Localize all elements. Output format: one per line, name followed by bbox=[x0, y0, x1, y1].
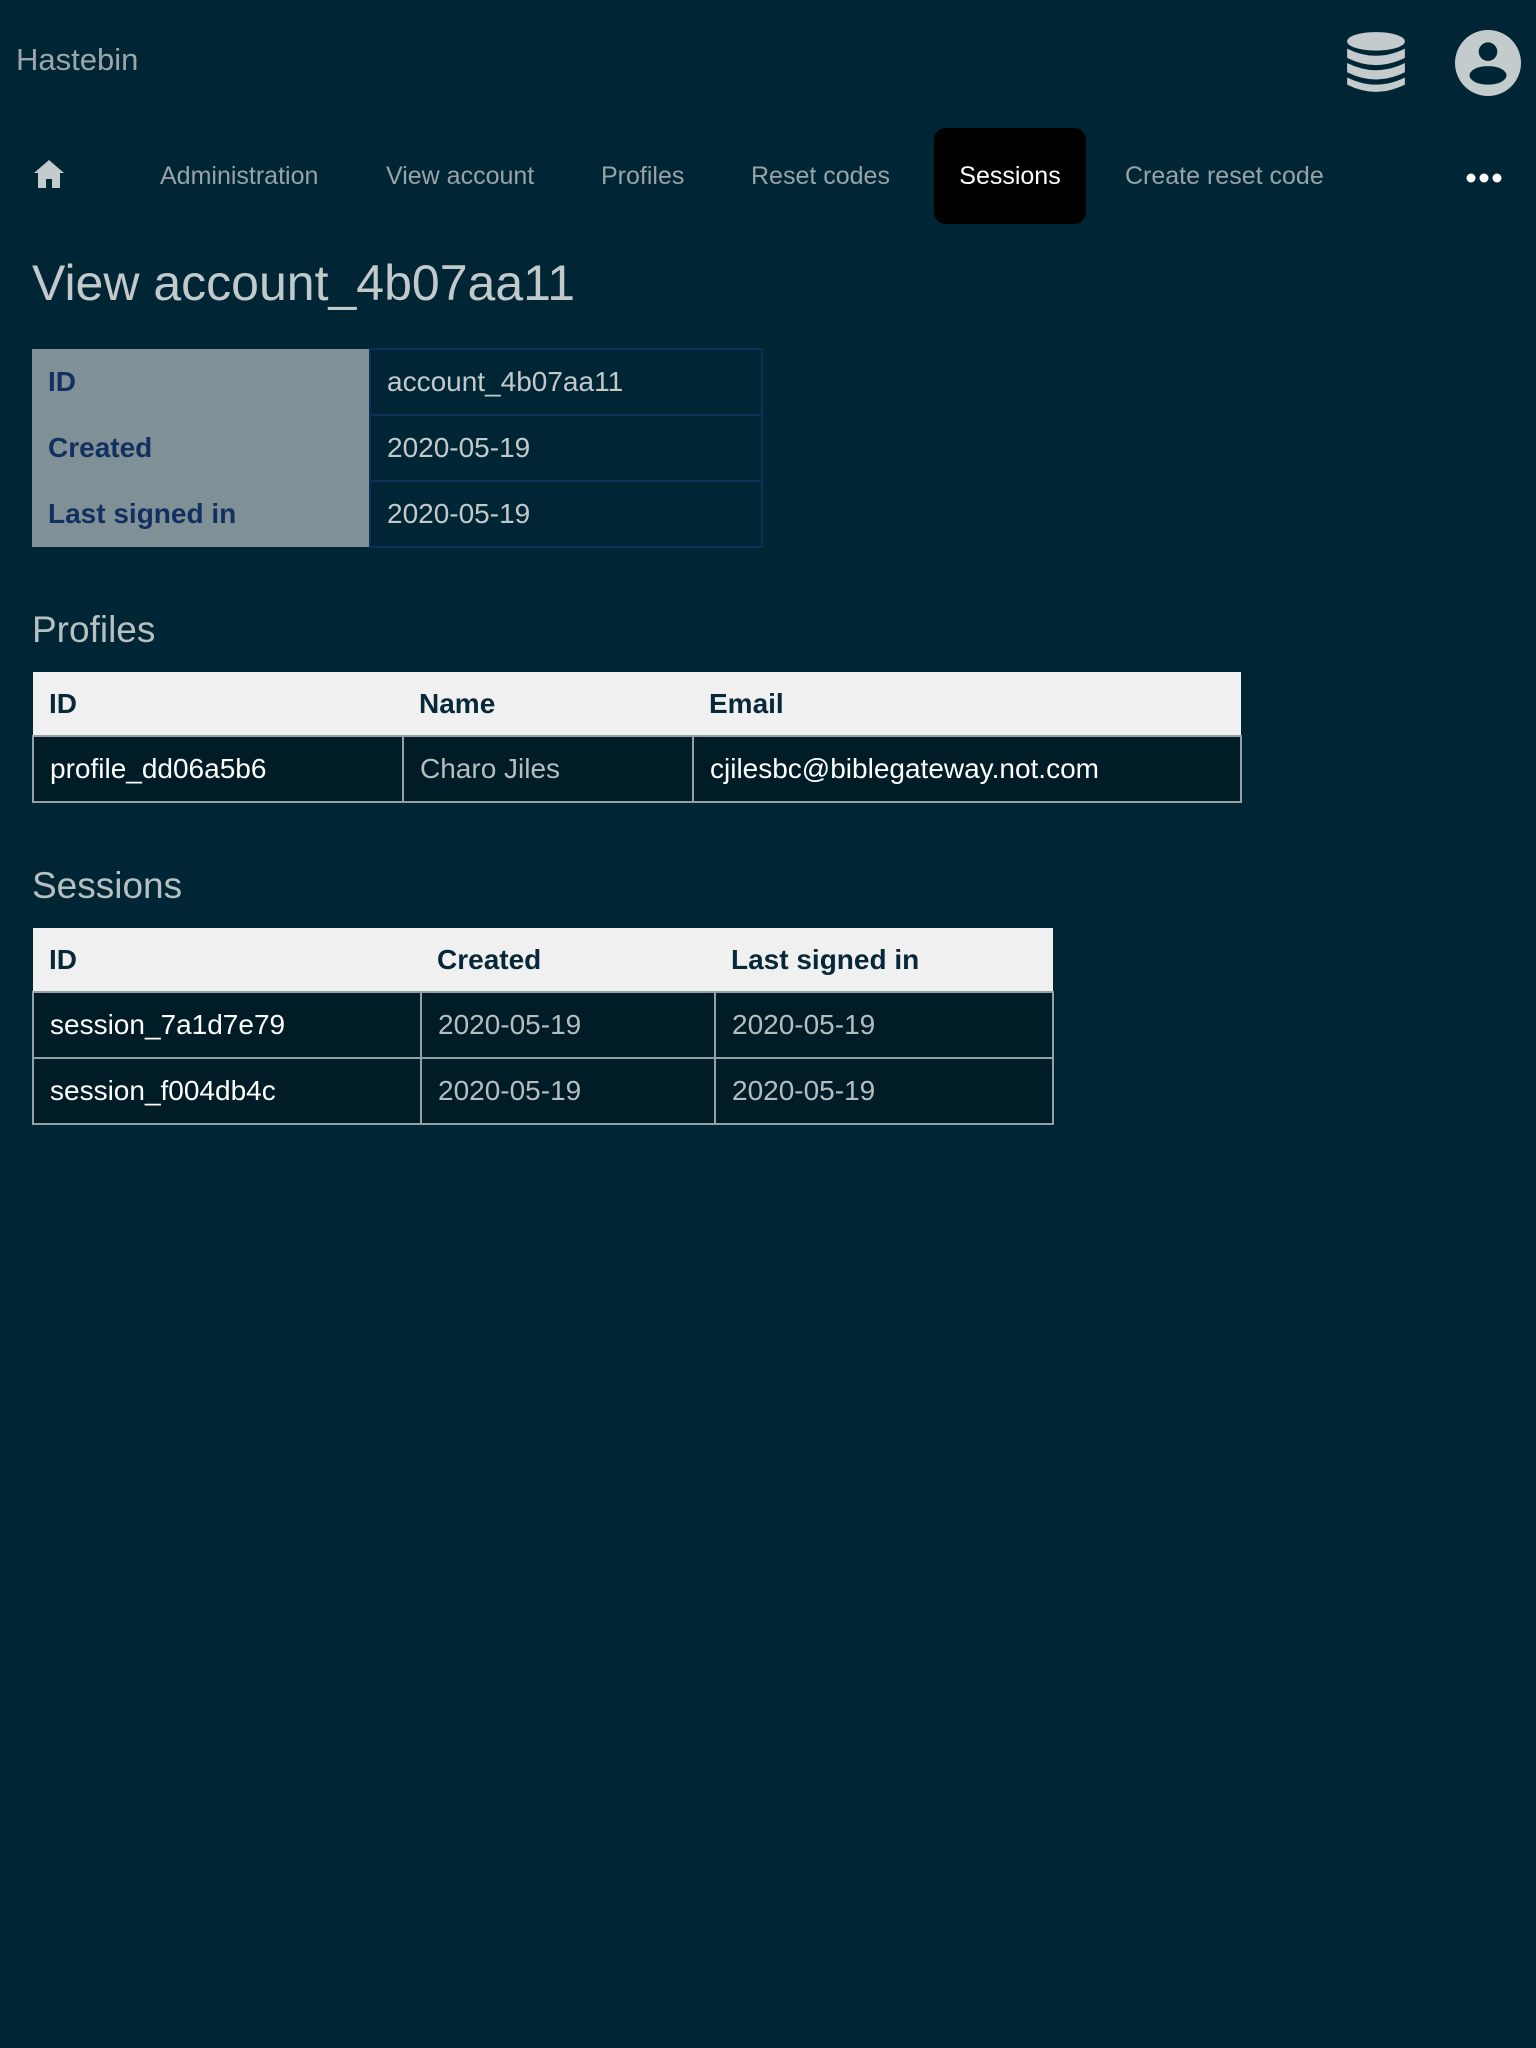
nav-item-create-reset-code[interactable]: Create reset code bbox=[1125, 128, 1324, 224]
profiles-section-title: Profiles bbox=[32, 609, 156, 650]
profile-name-cell: Charo Jiles bbox=[402, 735, 694, 803]
account-row-last-signed-in: Last signed in 2020-05-19 bbox=[32, 480, 763, 548]
column-header-created: Created bbox=[421, 928, 715, 992]
account-value-id: account_4b07aa11 bbox=[369, 348, 763, 416]
session-last-signed-in-cell: 2020-05-19 bbox=[714, 1057, 1054, 1125]
column-header-id: ID bbox=[33, 928, 421, 992]
profile-email-cell: cjilesbc@biblegateway.not.com bbox=[692, 735, 1242, 803]
nav-item-administration[interactable]: Administration bbox=[160, 128, 318, 224]
session-id-cell[interactable]: session_f004db4c bbox=[32, 1057, 422, 1125]
nav-item-profiles[interactable]: Profiles bbox=[601, 128, 684, 224]
account-circle-icon[interactable] bbox=[1455, 30, 1521, 96]
home-icon[interactable] bbox=[31, 156, 67, 192]
main-nav: Administration View account Profiles Res… bbox=[0, 128, 1536, 224]
session-last-signed-in-cell: 2020-05-19 bbox=[714, 991, 1054, 1059]
nav-item-view-account[interactable]: View account bbox=[386, 128, 534, 224]
page-title: View account_4b07aa11 bbox=[32, 255, 576, 311]
table-header-row: ID Created Last signed in bbox=[33, 928, 1053, 992]
session-id-cell[interactable]: session_7a1d7e79 bbox=[32, 991, 422, 1059]
profile-id-cell[interactable]: profile_dd06a5b6 bbox=[32, 735, 404, 803]
column-header-name: Name bbox=[403, 672, 693, 736]
sessions-section-title: Sessions bbox=[32, 865, 183, 906]
table-row[interactable]: profile_dd06a5b6 Charo Jiles cjilesbc@bi… bbox=[32, 735, 1242, 803]
account-label-id: ID bbox=[32, 349, 370, 415]
nav-item-reset-codes[interactable]: Reset codes bbox=[751, 128, 890, 224]
nav-item-sessions[interactable]: Sessions bbox=[934, 128, 1086, 224]
table-row[interactable]: session_7a1d7e79 2020-05-19 2020-05-19 bbox=[32, 991, 1054, 1059]
app-title[interactable]: Hastebin bbox=[16, 40, 138, 80]
account-label-last-signed-in: Last signed in bbox=[32, 481, 370, 547]
column-header-email: Email bbox=[693, 672, 1241, 736]
account-details-table: ID account_4b07aa11 Created 2020-05-19 L… bbox=[32, 348, 763, 548]
profiles-table: ID Name Email profile_dd06a5b6 Charo Jil… bbox=[32, 672, 1242, 803]
sessions-table: ID Created Last signed in session_7a1d7e… bbox=[32, 928, 1054, 1125]
account-label-created: Created bbox=[32, 415, 370, 481]
table-row[interactable]: session_f004db4c 2020-05-19 2020-05-19 bbox=[32, 1057, 1054, 1125]
account-value-created: 2020-05-19 bbox=[369, 414, 763, 482]
session-created-cell: 2020-05-19 bbox=[420, 1057, 716, 1125]
app-header: Hastebin bbox=[0, 0, 1536, 124]
table-header-row: ID Name Email bbox=[33, 672, 1241, 736]
more-horizontal-icon[interactable] bbox=[1464, 158, 1504, 198]
column-header-last-signed-in: Last signed in bbox=[715, 928, 1053, 992]
database-icon[interactable] bbox=[1343, 30, 1409, 96]
account-value-last-signed-in: 2020-05-19 bbox=[369, 480, 763, 548]
column-header-id: ID bbox=[33, 672, 403, 736]
account-row-created: Created 2020-05-19 bbox=[32, 414, 763, 482]
session-created-cell: 2020-05-19 bbox=[420, 991, 716, 1059]
account-row-id: ID account_4b07aa11 bbox=[32, 348, 763, 416]
